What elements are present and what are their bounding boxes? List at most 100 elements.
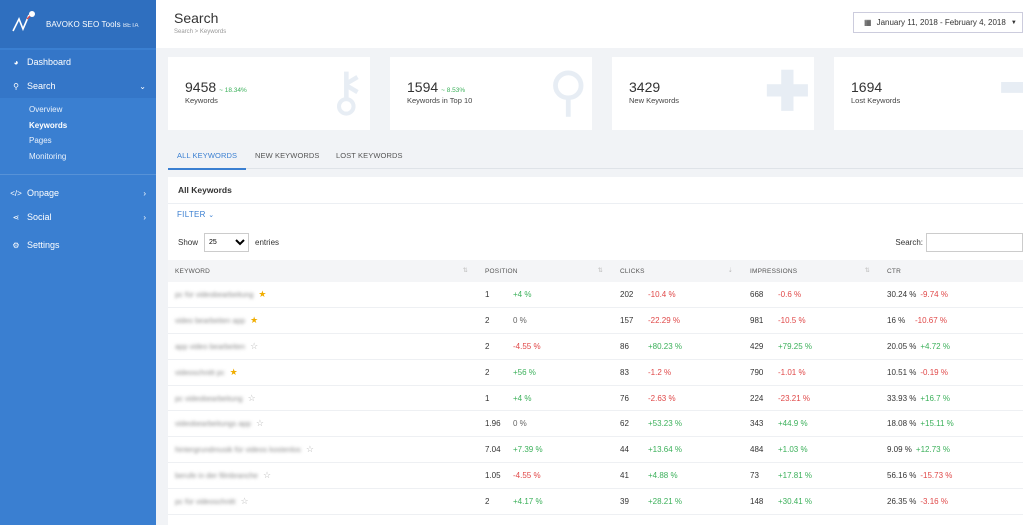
star-filled-icon[interactable]: ★ bbox=[258, 289, 266, 299]
keyword-text[interactable]: video bearbeiten app bbox=[175, 316, 245, 325]
cell-delta: +4.88 % bbox=[648, 470, 678, 480]
stat-card-top10: ⚲ 1594 ~ 8.53% Keywords in Top 10 bbox=[390, 57, 592, 130]
column-header-position[interactable]: POSITION ⇅ bbox=[478, 260, 613, 282]
cell-impressions: 73 +17.81 % bbox=[743, 462, 880, 489]
star-outline-icon[interactable]: ☆ bbox=[256, 418, 264, 428]
search-input[interactable] bbox=[926, 233, 1023, 252]
cell-value: 1.96 bbox=[485, 419, 501, 429]
magnifier-icon: ⚲ bbox=[548, 62, 588, 122]
cell-value: 202 bbox=[620, 290, 634, 300]
keyword-text[interactable]: videobearbeitungs app bbox=[175, 419, 251, 428]
cell-delta: +30.41 % bbox=[778, 496, 813, 506]
cell-delta: +17.81 % bbox=[778, 470, 813, 480]
cell-value: 18.08 % bbox=[887, 419, 917, 429]
dashboard-icon: ◕ bbox=[13, 57, 19, 67]
cell-position: 7.04 +7.39 % bbox=[478, 436, 613, 464]
plus-icon: ✚ bbox=[764, 62, 810, 122]
table-row[interactable]: berufe in der filmbranche ☆ 1.05 -4.55 % 41 +… bbox=[168, 462, 1023, 489]
page-size-select[interactable]: 25 bbox=[204, 233, 250, 252]
rocket-logo-icon bbox=[12, 11, 35, 32]
sidebar-item-search[interactable]: ⚲ Search ⌄ bbox=[0, 74, 156, 98]
sidebar-item-social[interactable]: ⋖ Social › bbox=[0, 205, 156, 229]
table-row[interactable]: pc videobearbeitung ☆ 1 +4 % 76 -2.63 % 224 -23… bbox=[168, 385, 1023, 412]
sidebar-item-settings[interactable]: ⚙ Settings bbox=[0, 233, 156, 257]
sidebar-item-dashboard[interactable]: ◕ Dashboard bbox=[0, 50, 156, 74]
keyword-text[interactable]: hintergrundmusik für videos kostenlos bbox=[175, 445, 301, 454]
table-row[interactable]: app video bearbeiten ☆ 2 -4.55 % 86 +80.23 % 4… bbox=[168, 333, 1023, 360]
tab-all-keywords[interactable]: ALL KEYWORDS bbox=[167, 151, 247, 170]
date-range-picker[interactable]: ▦ January 11, 2018 - February 4, 2018 ▼ bbox=[853, 12, 1023, 33]
cell-position: 1 +4 % bbox=[478, 385, 613, 412]
cell-value: 7.04 bbox=[485, 445, 501, 455]
cell-delta: 0 % bbox=[513, 419, 527, 429]
sidebar-nav: ◕ Dashboard ⚲ Search ⌄ bbox=[0, 50, 156, 98]
tab-new-keywords[interactable]: NEW KEYWORDS bbox=[255, 151, 320, 160]
cell-value: 76 bbox=[620, 393, 629, 403]
cell-delta: +53.23 % bbox=[648, 419, 683, 429]
cell-value: 2 bbox=[485, 341, 490, 351]
gear-icon: ⚙ bbox=[12, 240, 20, 250]
cell-value: 1 bbox=[485, 290, 490, 300]
cell-delta: +12.73 % bbox=[915, 445, 950, 455]
table-row[interactable]: pc für videobearbeitung ★ 1 +4 % 202 -10.4 % 6… bbox=[168, 282, 1023, 309]
keyword-text[interactable]: pc für videobearbeitung bbox=[175, 290, 253, 299]
sidebar-subitem-monitoring[interactable]: Monitoring bbox=[29, 149, 156, 165]
cell-clicks: 39 +28.21 % bbox=[613, 488, 743, 515]
cell-value: 20.05 % bbox=[887, 341, 917, 351]
keyword-text[interactable]: videoschnitt pc bbox=[175, 368, 225, 377]
brand[interactable]: BAVOKO SEO Tools BETA bbox=[0, 0, 156, 48]
column-header-impressions[interactable]: IMPRESSIONS ⇅ bbox=[743, 260, 880, 282]
tab-lost-keywords[interactable]: LOST KEYWORDS bbox=[336, 151, 403, 160]
keyword-tabs: ALL KEYWORDS NEW KEYWORDS LOST KEYWORDS bbox=[167, 143, 1023, 170]
cell-delta: -3.16 % bbox=[920, 496, 948, 506]
table-row[interactable]: videoschnitt pc ★ 2 +56 % 83 -1.2 % 790 -1.01 %… bbox=[168, 359, 1023, 386]
table-row[interactable]: video bearbeiten app ★ 2 0 % 157 -22.29 % 981 -… bbox=[168, 307, 1023, 335]
keyword-text[interactable]: app video bearbeiten bbox=[175, 342, 245, 351]
column-header-ctr[interactable]: CTR bbox=[880, 260, 1023, 282]
sidebar-item-onpage[interactable]: </> Onpage › bbox=[0, 181, 156, 205]
cell-value: 484 bbox=[750, 445, 764, 455]
star-outline-icon[interactable]: ☆ bbox=[240, 496, 248, 506]
cell-impressions: 224 -23.21 % bbox=[743, 385, 880, 412]
cell-delta: -10.67 % bbox=[915, 316, 948, 326]
keyword-text[interactable]: pc für videoschnitt bbox=[175, 497, 235, 506]
cell-impressions: 668 -0.6 % bbox=[743, 282, 880, 309]
table-row[interactable]: pc für videoschnitt ☆ 2 +4.17 % 39 +28.21 % 14… bbox=[168, 488, 1023, 515]
column-header-clicks[interactable]: CLICKS ⇣ bbox=[613, 260, 743, 282]
search-icon: ⚲ bbox=[13, 81, 19, 91]
table-header-row: KEYWORD ⇅ POSITION ⇅ CLICKS ⇣ IMPRESSIONS ⇅ … bbox=[168, 260, 1023, 282]
keyword-text[interactable]: pc videobearbeitung bbox=[175, 394, 243, 403]
table-row[interactable]: hintergrundmusik für videos kostenlos ☆ 7.… bbox=[168, 436, 1023, 464]
sidebar-item-label: Social bbox=[27, 212, 52, 222]
sidebar-subitem-pages[interactable]: Pages bbox=[29, 133, 156, 149]
cell-keyword: app video bearbeiten ☆ bbox=[168, 333, 478, 360]
stat-value: 3429 bbox=[629, 79, 661, 95]
cell-delta: -9.74 % bbox=[920, 290, 948, 300]
cell-delta: +4 % bbox=[513, 393, 532, 403]
keyword-text[interactable]: berufe in der filmbranche bbox=[175, 471, 258, 480]
cell-keyword: video bearbeiten app ★ bbox=[168, 307, 478, 335]
cell-delta: +7.39 % bbox=[513, 445, 543, 455]
column-header-keyword[interactable]: KEYWORD ⇅ bbox=[168, 260, 478, 282]
cell-value: 9.09 % bbox=[887, 445, 912, 455]
star-filled-icon[interactable]: ★ bbox=[230, 367, 238, 377]
sidebar-subitem-keywords[interactable]: Keywords bbox=[29, 118, 156, 134]
keywords-panel: All Keywords FILTER ⌄ Show 25 entries Se… bbox=[168, 177, 1023, 525]
cell-delta: +80.23 % bbox=[648, 341, 683, 351]
star-outline-icon[interactable]: ☆ bbox=[263, 470, 271, 480]
star-outline-icon[interactable]: ☆ bbox=[248, 393, 256, 403]
star-filled-icon[interactable]: ★ bbox=[250, 315, 258, 325]
cell-delta: -2.63 % bbox=[648, 393, 676, 403]
cell-clicks: 62 +53.23 % bbox=[613, 410, 743, 438]
star-outline-icon[interactable]: ☆ bbox=[250, 341, 258, 351]
sidebar-subitem-overview[interactable]: Overview bbox=[29, 102, 156, 118]
table-search: Search: bbox=[895, 233, 1023, 252]
table-row[interactable]: videobearbeitungs app ☆ 1.96 0 % 62 +53.23 % 3… bbox=[168, 410, 1023, 438]
star-outline-icon[interactable]: ☆ bbox=[306, 444, 314, 454]
cell-position: 2 0 % bbox=[478, 307, 613, 335]
sort-icon: ⇅ bbox=[462, 268, 468, 274]
minus-icon: ━ bbox=[1002, 58, 1023, 118]
cell-delta: -22.29 % bbox=[648, 316, 681, 326]
filter-toggle[interactable]: FILTER ⌄ bbox=[177, 210, 214, 219]
page-header: Search Search > Keywords ▦ January 11, 2… bbox=[156, 0, 1023, 48]
